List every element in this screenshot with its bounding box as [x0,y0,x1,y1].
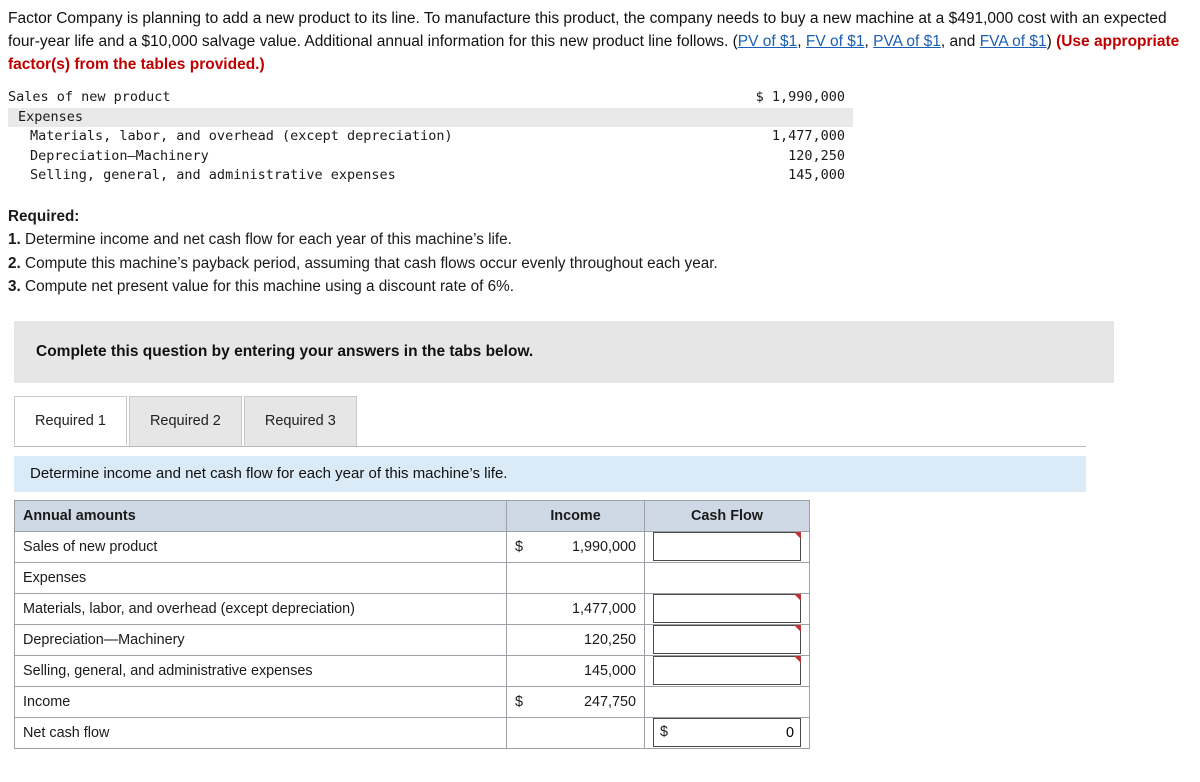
intro-text-part2: ) [1046,33,1057,50]
income-dollar-sign: $ [515,693,524,710]
income-value: 1,477,000 [571,600,636,617]
link-fv-of-1[interactable]: FV of $1 [806,33,865,50]
tab-required-1[interactable]: Required 1 [14,395,127,446]
question-page: Factor Company is planning to add a new … [0,0,1200,782]
annual-amounts-table: Annual amounts Income Cash Flow Sales of… [13,499,811,749]
data-row-label: Expenses [18,108,84,125]
income-value: 1,990,000 [571,538,636,555]
row-cash-flow [643,685,811,718]
intro-sep1: , [797,33,806,50]
table-row: Depreciation—Machinery 120,250 [13,623,811,656]
cash-flow-input-materials[interactable] [652,594,801,624]
row-label: Expenses [13,561,508,594]
cash-input-wrap [652,625,801,655]
link-fva-of-1[interactable]: FVA of $1 [980,33,1047,50]
row-income [506,716,645,749]
row-label: Materials, labor, and overhead (except d… [13,592,508,625]
data-row-value: 120,250 [788,147,845,164]
cash-input-wrap: $ [652,718,801,748]
data-row-label: Materials, labor, and overhead (except d… [30,128,453,145]
intro-sep3: , and [940,33,980,50]
requirements-list: Required: 1. Determine income and net ca… [0,205,1200,299]
header-cash-flow: Cash Flow [643,499,811,532]
data-row-label: Selling, general, and administrative exp… [30,167,396,184]
row-cash-flow: $ [643,716,811,749]
income-value: 145,000 [583,662,636,679]
row-income [506,561,645,594]
row-label: Depreciation—Machinery [13,623,508,656]
income-value: 247,750 [583,693,636,710]
annual-information-block: Sales of new product $ 1,990,000 Expense… [8,88,853,186]
link-pva-of-1[interactable]: PVA of $1 [873,33,941,50]
table-row: Expenses [13,561,811,594]
header-annual-amounts: Annual amounts [13,499,508,532]
income-dollar-sign: $ [515,538,524,555]
intro-sep2: , [864,33,874,50]
validation-flag-icon [794,594,801,602]
table-row: Income $247,750 [13,685,811,718]
data-row-label: Sales of new product [8,89,171,105]
cash-flow-input-selling[interactable] [652,656,801,686]
row-cash-flow [643,592,811,625]
data-row: Expenses [8,107,853,128]
row-income: 1,477,000 [506,592,645,625]
tab-instruction: Determine income and net cash flow for e… [14,455,1086,492]
data-row-value: 1,477,000 [771,128,845,145]
validation-flag-icon [794,656,801,664]
table-header: Annual amounts Income Cash Flow [13,499,811,532]
tab-required-2[interactable]: Required 2 [128,395,242,446]
data-row-label: Depreciation—Machinery [30,147,209,164]
table-header-row: Annual amounts Income Cash Flow [13,499,811,532]
row-income: 145,000 [506,654,645,687]
header-income: Income [506,499,645,532]
requirement-tabs: Required 1 Required 2 Required 3 [14,395,1086,447]
row-label: Sales of new product [13,530,508,563]
row-cash-flow [643,530,811,563]
row-income: $1,990,000 [506,530,645,563]
requirement-item: 3. Compute net present value for this ma… [8,275,1200,299]
row-label: Income [13,685,508,718]
requirement-text: Compute net present value for this machi… [25,278,514,296]
cash-input-wrap [652,532,801,562]
data-row: Sales of new product $ 1,990,000 [8,88,853,108]
requirement-number: 1. [8,231,21,249]
cash-input-wrap [652,594,801,624]
row-income: $247,750 [506,685,645,718]
table-row: Sales of new product $1,990,000 [13,530,811,563]
requirement-item: 2. Compute this machine’s payback period… [8,252,1200,276]
net-cash-flow-total[interactable] [652,718,801,748]
requirement-number: 3. [8,278,21,296]
requirement-number: 2. [8,254,21,272]
row-cash-flow [643,623,811,656]
cash-flow-input-depreciation[interactable] [652,625,801,655]
data-row: Materials, labor, and overhead (except d… [8,127,853,147]
data-row-value: $ 1,990,000 [755,89,845,105]
validation-flag-icon [794,532,801,540]
validation-flag-icon [794,625,801,633]
tab-required-3[interactable]: Required 3 [243,395,357,446]
problem-statement: Factor Company is planning to add a new … [0,0,1200,76]
income-value: 120,250 [583,631,636,648]
table-row: Materials, labor, and overhead (except d… [13,592,811,625]
row-label: Net cash flow [13,716,508,749]
net-cash-dollar-sign: $ [659,724,668,741]
data-row-value: 145,000 [788,167,845,184]
table-row: Selling, general, and administrative exp… [13,654,811,687]
row-cash-flow [643,654,811,687]
cash-input-wrap [652,656,801,686]
link-pv-of-1[interactable]: PV of $1 [738,33,797,50]
requirement-text: Compute this machine’s payback period, a… [25,254,718,272]
row-cash-flow [643,561,811,594]
data-row: Selling, general, and administrative exp… [8,166,853,186]
requirement-item: 1. Determine income and net cash flow fo… [8,228,1200,252]
complete-question-banner: Complete this question by entering your … [14,320,1114,383]
table-body: Sales of new product $1,990,000 Expenses [13,530,811,749]
row-income: 120,250 [506,623,645,656]
data-row: Depreciation—Machinery 120,250 [8,147,853,167]
row-label: Selling, general, and administrative exp… [13,654,508,687]
required-heading: Required: [8,207,80,225]
table-row: Net cash flow $ [13,716,811,749]
requirement-text: Determine income and net cash flow for e… [25,231,512,249]
cash-flow-input-sales[interactable] [652,532,801,562]
